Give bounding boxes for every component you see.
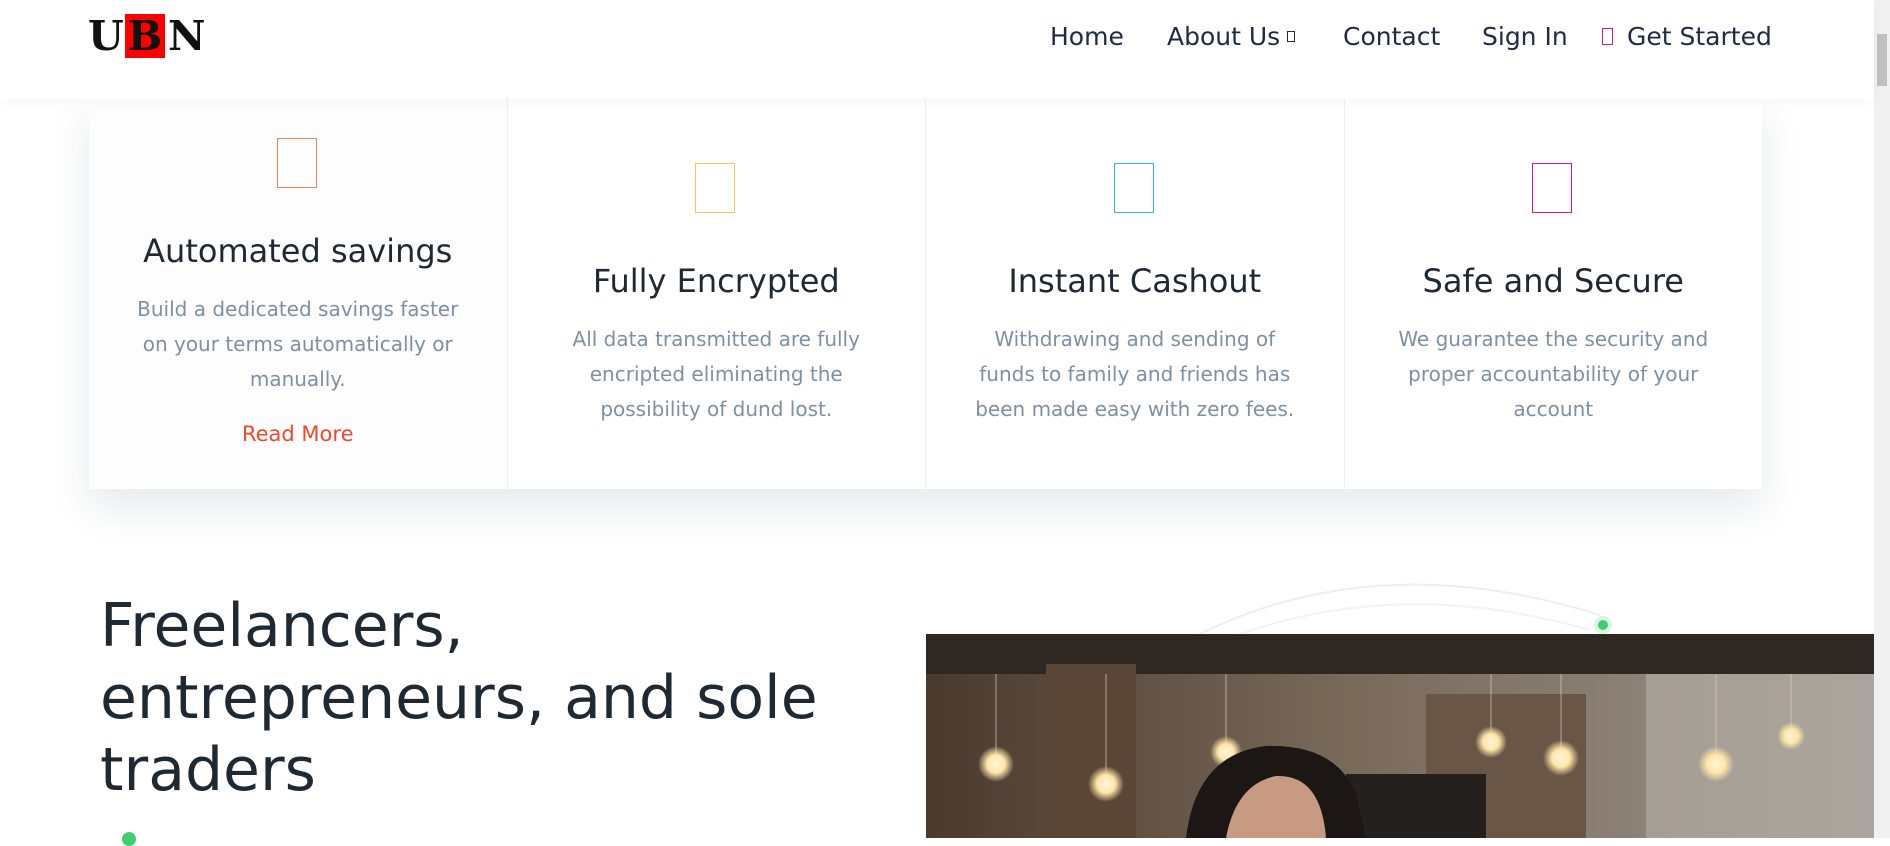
page-scrollbar[interactable]	[1874, 0, 1890, 838]
feature-text: Build a dedicated savings faster on your…	[137, 297, 459, 391]
features-card: Automated savings Build a dedicated savi…	[89, 99, 1762, 489]
logo-letter-n: N	[168, 12, 206, 60]
feature-instant-cashout: Instant Cashout Withdrawing and sending …	[926, 99, 1345, 489]
feature-title: Automated savings	[143, 232, 453, 270]
savings-icon	[276, 138, 317, 188]
feature-text: All data transmitted are fully encripted…	[572, 327, 860, 421]
logo-letter-b: B	[125, 12, 165, 60]
green-dot	[1598, 620, 1608, 630]
feature-title: Instant Cashout	[1008, 262, 1262, 300]
feature-safe-secure: Safe and Secure We guarantee the securit…	[1344, 99, 1762, 489]
nav-contact[interactable]: Contact	[1343, 18, 1440, 54]
feature-title: Fully Encrypted	[592, 262, 840, 300]
scrollbar-thumb[interactable]	[1877, 34, 1887, 86]
site-header: U B N Home About Us Contact Sign In Get …	[0, 0, 1874, 99]
feature-text: Withdrawing and sending of funds to fami…	[975, 327, 1295, 421]
hero-headline: Freelancers, entrepreneurs, and sole tra…	[100, 591, 818, 805]
cashout-icon	[1113, 163, 1154, 213]
feature-text: We guarantee the security and proper acc…	[1398, 327, 1709, 421]
feature-fully-encrypted: Fully Encrypted All data transmitted are…	[507, 99, 926, 489]
site-logo[interactable]: U B N	[88, 12, 206, 60]
nav-signin[interactable]: Sign In	[1482, 18, 1568, 54]
feature-title: Safe and Secure	[1422, 262, 1684, 300]
nav-about[interactable]: About Us	[1167, 18, 1296, 54]
hero-photo	[926, 634, 1874, 838]
hero-dot-partial	[122, 832, 136, 846]
feature-automated-savings: Automated savings Build a dedicated savi…	[89, 99, 508, 489]
cafe-woman-image	[926, 634, 1874, 838]
nav-home[interactable]: Home	[1050, 18, 1124, 54]
encryption-icon	[695, 163, 736, 213]
logo-letter-u: U	[88, 12, 124, 60]
read-more-link[interactable]: Read More	[89, 422, 507, 446]
get-started-label: Get Started	[1627, 21, 1772, 51]
shield-icon	[1532, 163, 1573, 213]
rocket-icon	[1602, 27, 1613, 45]
nav-about-label: About Us	[1167, 21, 1281, 51]
chevron-down-icon	[1287, 30, 1296, 42]
get-started-button[interactable]: Get Started	[1602, 18, 1772, 54]
